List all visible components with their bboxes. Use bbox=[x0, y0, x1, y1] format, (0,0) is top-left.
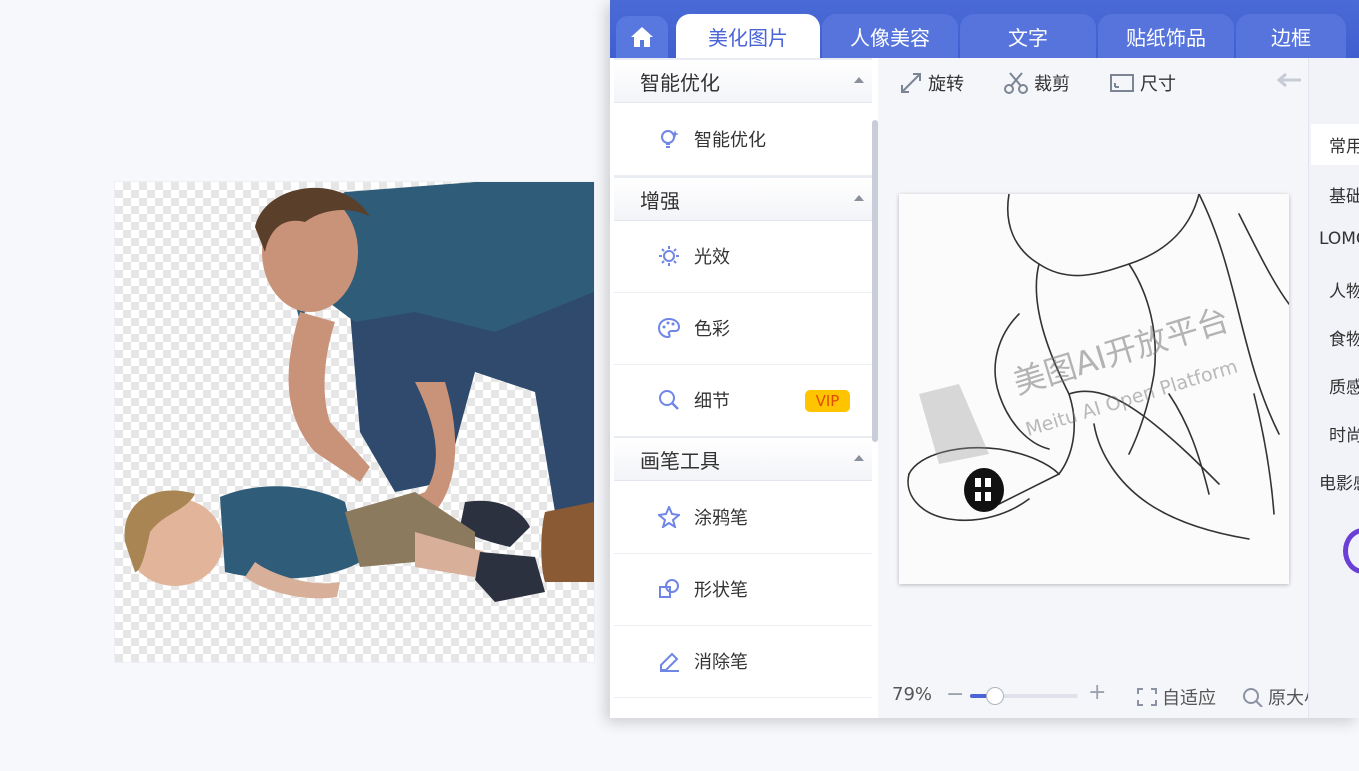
resize-icon bbox=[1110, 74, 1134, 92]
bulb-icon bbox=[661, 130, 679, 148]
sun-icon bbox=[659, 246, 679, 266]
collapse-caret-icon bbox=[854, 195, 864, 201]
section-title: 智能优化 bbox=[640, 71, 720, 95]
zoom-in-button[interactable]: + bbox=[1088, 680, 1106, 705]
filter-category-panel: 常用 基础 LOMO 人物 食物 质感 时尚 电影感 bbox=[1308, 58, 1359, 718]
tool-label: 细节 bbox=[694, 391, 730, 412]
sketch-illustration bbox=[907, 194, 1289, 540]
fit-screen-button[interactable]: 自适应 bbox=[1136, 684, 1216, 710]
photo-illustration bbox=[124, 182, 594, 602]
home-icon bbox=[631, 27, 653, 47]
sketch-preview-canvas: 美图AI开放平台 Meitu AI Open Platform bbox=[899, 194, 1289, 584]
tool-label: 形状笔 bbox=[694, 580, 748, 601]
filter-category-lomo[interactable]: LOMO bbox=[1319, 229, 1359, 249]
zoom-magnifier-icon bbox=[1243, 688, 1263, 707]
tab-borders[interactable]: 边框 bbox=[1236, 14, 1346, 58]
tool-item-light[interactable]: 光效 bbox=[614, 221, 872, 293]
vip-badge: VIP bbox=[805, 390, 850, 412]
tool-item-smart-optimize[interactable]: 智能优化 bbox=[614, 104, 872, 176]
tab-portrait[interactable]: 人像美容 bbox=[822, 14, 958, 58]
palette-icon bbox=[658, 317, 680, 339]
filter-category-film[interactable]: 电影感 bbox=[1319, 469, 1359, 494]
tool-label: 光效 bbox=[694, 247, 730, 268]
magnifier-icon bbox=[659, 390, 679, 410]
tools-panel: 智能优化 智能优化 增强 光效 色彩 细节 VIP 画笔工具 涂鸦笔 形状笔 消… bbox=[610, 58, 879, 718]
tool-item-eraser-pen[interactable]: 消除笔 bbox=[614, 626, 872, 698]
filter-category-fashion[interactable]: 时尚 bbox=[1329, 421, 1359, 446]
filter-category-common[interactable]: 常用 bbox=[1311, 124, 1359, 165]
tool-label: 色彩 bbox=[694, 319, 730, 340]
collapse-caret-icon bbox=[854, 77, 864, 83]
section-title: 增强 bbox=[640, 189, 680, 213]
filter-category-people[interactable]: 人物 bbox=[1329, 277, 1359, 302]
filter-category-texture[interactable]: 质感 bbox=[1329, 373, 1359, 398]
tab-beautify[interactable]: 美化图片 bbox=[676, 14, 820, 58]
tab-text[interactable]: 文字 bbox=[960, 14, 1096, 58]
doodle-pen-icon bbox=[658, 506, 680, 528]
section-title: 画笔工具 bbox=[640, 449, 720, 473]
tool-label: 消除笔 bbox=[694, 652, 748, 673]
shape-pen-icon bbox=[659, 579, 679, 598]
tool-item-detail[interactable]: 细节 VIP bbox=[614, 365, 872, 437]
canvas-area: 旋转 裁剪 尺寸 美图AI开放平台 Meitu AI Open Platform… bbox=[878, 58, 1322, 718]
collapse-caret-icon bbox=[854, 455, 864, 461]
top-tab-bar: 美化图片 人像美容 文字 贴纸饰品 边框 bbox=[610, 0, 1359, 58]
zoom-percentage: 79% bbox=[892, 684, 933, 705]
section-header-brush[interactable]: 画笔工具 bbox=[614, 436, 872, 481]
filter-category-basic[interactable]: 基础 bbox=[1329, 182, 1359, 207]
undo-arrow-icon bbox=[1276, 72, 1301, 88]
zoom-out-button[interactable]: − bbox=[946, 682, 964, 707]
section-header-enhance[interactable]: 增强 bbox=[614, 176, 872, 221]
rotate-icon bbox=[901, 73, 921, 93]
filter-category-food[interactable]: 食物 bbox=[1329, 325, 1359, 350]
scissors-icon bbox=[1004, 72, 1028, 94]
crop-label: 裁剪 bbox=[1034, 74, 1070, 95]
rotate-button[interactable]: 旋转 bbox=[900, 70, 964, 96]
tab-stickers[interactable]: 贴纸饰品 bbox=[1098, 14, 1234, 58]
size-label: 尺寸 bbox=[1140, 74, 1176, 95]
section-header-smart[interactable]: 智能优化 bbox=[614, 58, 872, 103]
fit-icon bbox=[1137, 688, 1157, 706]
fit-label: 自适应 bbox=[1162, 688, 1216, 709]
zoom-bar: 79% − + 自适应 原大小 bbox=[878, 680, 1322, 710]
tool-item-shape-pen[interactable]: 形状笔 bbox=[614, 554, 872, 626]
loading-spinner-icon bbox=[1343, 528, 1359, 574]
eraser-pen-icon bbox=[660, 652, 679, 672]
tool-label: 涂鸦笔 bbox=[694, 508, 748, 529]
crop-button[interactable]: 裁剪 bbox=[1004, 70, 1070, 96]
tool-label: 智能优化 bbox=[694, 130, 766, 151]
zoom-slider-track[interactable] bbox=[970, 687, 1078, 705]
size-button[interactable]: 尺寸 bbox=[1110, 70, 1176, 96]
photo-editor-window: 美化图片 人像美容 文字 贴纸饰品 边框 智能优化 智能优化 增强 光效 色彩 bbox=[610, 0, 1359, 718]
home-button[interactable] bbox=[616, 16, 668, 58]
cutout-preview-image bbox=[114, 181, 595, 663]
undo-button[interactable] bbox=[1276, 72, 1308, 88]
tool-item-doodle-pen[interactable]: 涂鸦笔 bbox=[614, 482, 872, 554]
rotate-label: 旋转 bbox=[928, 74, 964, 95]
tool-item-color[interactable]: 色彩 bbox=[614, 293, 872, 365]
zoom-slider-knob[interactable] bbox=[985, 687, 1004, 705]
